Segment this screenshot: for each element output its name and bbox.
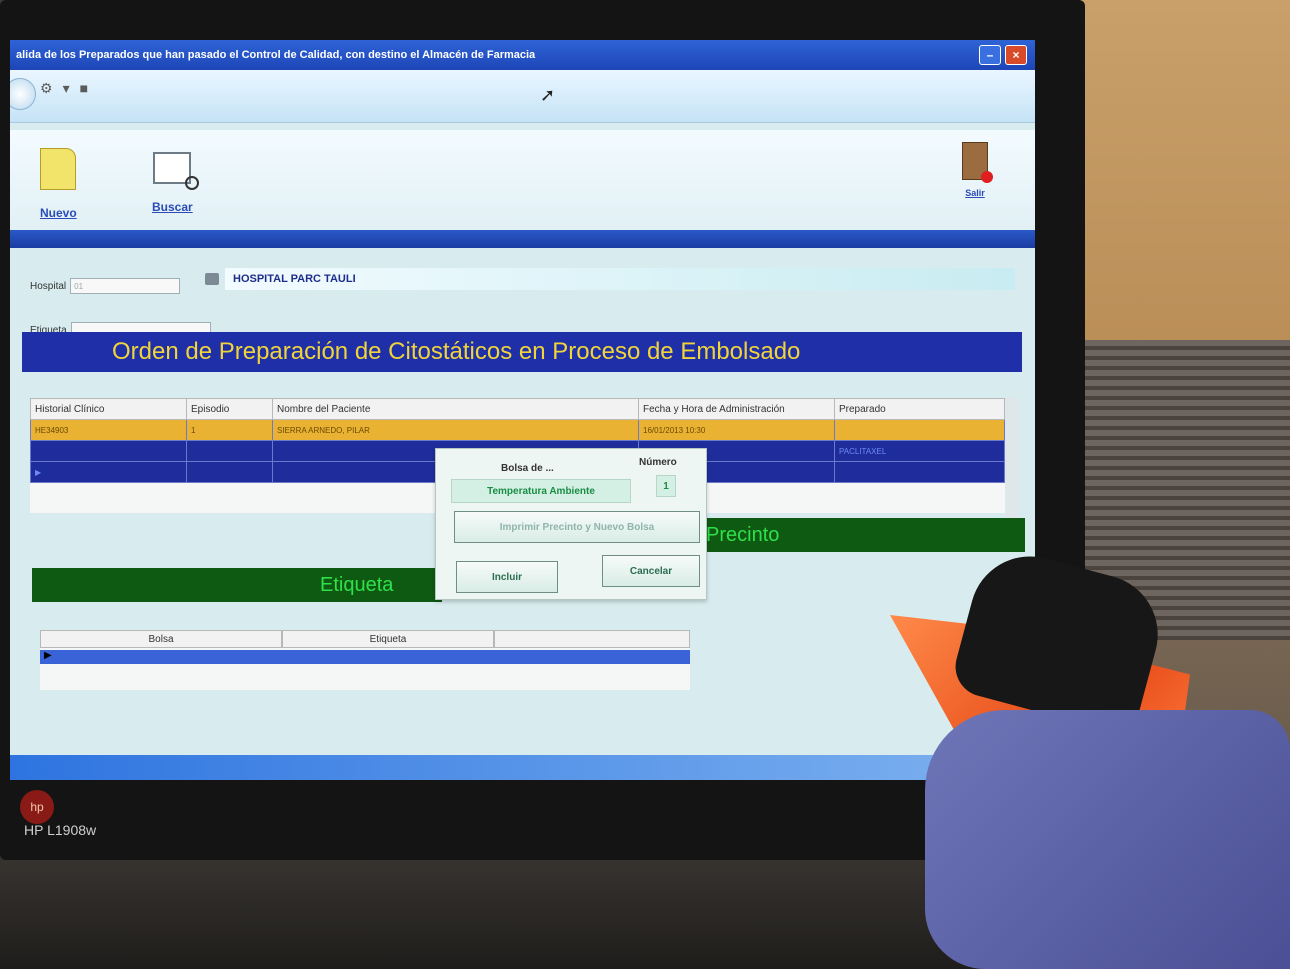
screen: alida de los Preparados que han pasado e… <box>10 40 1035 780</box>
incluir-button[interactable]: Incluir <box>456 561 558 593</box>
buscar-button[interactable]: Buscar <box>152 152 200 214</box>
taskbar-strip <box>10 755 1035 780</box>
orden-header-row: Historial Clínico Episodio Nombre del Pa… <box>30 398 1005 420</box>
cell-historial: HE34903 <box>30 419 187 441</box>
window-title: alida de los Preparados que han pasado e… <box>16 49 536 61</box>
salir-label: Salir <box>965 188 985 198</box>
cell-preparado <box>834 419 1005 441</box>
table-row[interactable]: HE34903 1 SIERRA ARNEDO, PILAR 16/01/201… <box>30 419 1005 441</box>
bolsa-label: Bolsa de ... <box>501 463 554 474</box>
window-controls: – × <box>979 45 1027 65</box>
minimize-button[interactable]: – <box>979 45 1001 65</box>
row-indicator: ▶ <box>44 650 52 661</box>
cell-episodio <box>186 440 273 462</box>
hospital-label: Hospital <box>30 280 67 292</box>
monitor: alida de los Preparados que han pasado e… <box>0 0 1085 860</box>
close-button[interactable]: × <box>1005 45 1027 65</box>
numero-field[interactable]: 1 <box>656 475 676 497</box>
hospital-row: Hospital 01 <box>30 278 181 294</box>
hospital-code-field[interactable]: 01 <box>70 278 181 294</box>
col-bolsa[interactable]: Bolsa <box>40 630 282 648</box>
quick-access-bar: ⚙ ▾ ■ <box>10 70 1035 123</box>
col-historial[interactable]: Historial Clínico <box>30 398 187 420</box>
col-preparado[interactable]: Preparado <box>834 398 1005 420</box>
etiqueta-title: Etiqueta <box>320 573 394 596</box>
precinto-header: Precinto <box>700 518 1025 552</box>
etiqueta-grid: Bolsa Etiqueta ▶ <box>40 630 690 690</box>
hp-logo-icon: hp <box>20 790 54 824</box>
col-fecha[interactable]: Fecha y Hora de Administración <box>638 398 835 420</box>
nuevo-label: Nuevo <box>40 206 77 220</box>
buscar-label: Buscar <box>152 200 193 214</box>
network-icon[interactable]: ⚙ <box>40 80 53 97</box>
cell-historial <box>30 440 187 462</box>
nuevo-button[interactable]: Nuevo <box>40 148 77 220</box>
window-titlebar: alida de los Preparados que han pasado e… <box>10 40 1035 70</box>
monitor-model: HP L1908w <box>24 822 97 838</box>
app-menu-button[interactable] <box>10 78 36 110</box>
imprimir-precinto-button[interactable]: Imprimir Precinto y Nuevo Bolsa <box>454 511 700 543</box>
ribbon-toolbar: Nuevo Buscar Salir <box>10 130 1035 230</box>
col-empty <box>494 630 690 648</box>
row-indicator: ▶ <box>30 461 187 483</box>
cancelar-button[interactable]: Cancelar <box>602 555 700 587</box>
ribbon-separator <box>10 230 1035 248</box>
cell-episodio: 1 <box>186 419 273 441</box>
exit-small-icon[interactable]: ■ <box>80 80 88 97</box>
vertical-scrollbar[interactable] <box>1005 398 1019 538</box>
etiqueta-header: Etiqueta <box>32 568 442 602</box>
cell-preparado: PACLITAXEL <box>834 440 1005 462</box>
dropdown-icon[interactable]: ▾ <box>63 80 70 97</box>
exit-door-icon <box>962 142 993 183</box>
col-etiqueta[interactable]: Etiqueta <box>282 630 494 648</box>
gloved-hand <box>925 710 1290 969</box>
cell-nombre: SIERRA ARNEDO, PILAR <box>272 419 639 441</box>
precinto-title: Precinto <box>706 523 780 546</box>
col-episodio[interactable]: Episodio <box>186 398 273 420</box>
numero-label: Número <box>639 457 677 468</box>
search-icon <box>153 152 200 190</box>
orden-header: Orden de Preparación de Citostáticos en … <box>22 332 1022 372</box>
bolsa-dialog: Bolsa de ... Número Temperatura Ambiente… <box>435 448 707 600</box>
cell-fecha: 16/01/2013 10:30 <box>638 419 835 441</box>
new-row[interactable]: ▶ <box>40 650 690 664</box>
bolsa-select[interactable]: Temperatura Ambiente <box>451 479 631 503</box>
hospital-name: HOSPITAL PARC TAULI <box>225 268 1015 290</box>
salir-button[interactable]: Salir <box>962 142 993 198</box>
orden-title: Orden de Preparación de Citostáticos en … <box>112 338 801 365</box>
quick-tools: ⚙ ▾ ■ <box>40 80 88 97</box>
document-icon <box>40 148 77 190</box>
mouse-cursor-icon: ➚ <box>540 85 556 105</box>
col-nombre[interactable]: Nombre del Paciente <box>272 398 639 420</box>
etiqueta-grid-header: Bolsa Etiqueta <box>40 630 690 648</box>
printer-icon[interactable] <box>205 273 219 285</box>
